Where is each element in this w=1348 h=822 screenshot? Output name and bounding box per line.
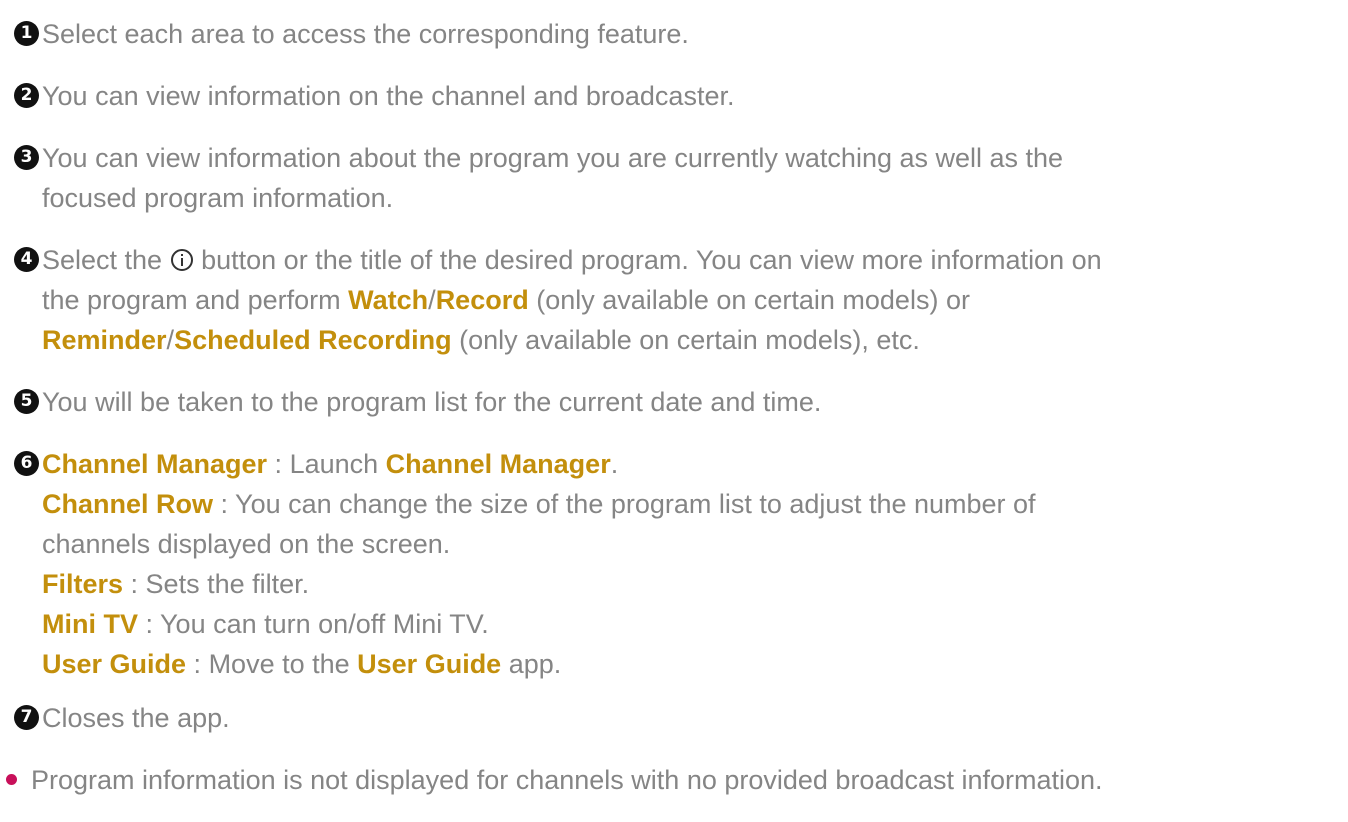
mini-tv-desc: You can turn on/off Mini TV. bbox=[160, 609, 489, 639]
channel-row-entry: Channel Row : You can change the size of… bbox=[42, 484, 1348, 524]
list-item-1: 1 Select each area to access the corresp… bbox=[14, 14, 1348, 54]
filters-desc: Sets the filter. bbox=[145, 569, 310, 599]
item-4-line-1-end: button or the title of the desired progr… bbox=[201, 245, 1102, 275]
channel-manager-keyword: Channel Manager bbox=[385, 449, 611, 479]
item-1-text: Select each area to access the correspon… bbox=[42, 19, 689, 49]
separator: : bbox=[123, 569, 146, 599]
separator: : bbox=[186, 649, 209, 679]
record-keyword: Record bbox=[435, 285, 529, 315]
filters-entry: Filters : Sets the filter. bbox=[42, 564, 1348, 604]
list-item-2: 2 You can view information on the channe… bbox=[14, 76, 1348, 116]
user-guide-keyword: User Guide bbox=[357, 649, 502, 679]
item-3-line-1: You can view information about the progr… bbox=[42, 143, 1064, 173]
filters-label: Filters bbox=[42, 569, 124, 599]
number-badge-5: 5 bbox=[14, 389, 39, 414]
slash-2: / bbox=[166, 325, 175, 355]
channel-row-label: Channel Row bbox=[42, 489, 214, 519]
user-guide-tail: app. bbox=[501, 649, 562, 679]
channel-manager-label: Channel Manager bbox=[42, 449, 268, 479]
number-badge-4: 4 bbox=[14, 247, 39, 272]
number-badge-3: 3 bbox=[14, 145, 39, 170]
number-badge-2: 2 bbox=[14, 83, 39, 108]
mini-tv-entry: Mini TV : You can turn on/off Mini TV. bbox=[42, 604, 1348, 644]
separator: : bbox=[213, 489, 236, 519]
note-text: Program information is not displayed for… bbox=[31, 765, 1103, 795]
item-4-line-2: the program and perform Watch/Record (on… bbox=[42, 280, 1348, 320]
item-4-line-1: Select the button or the title of the de… bbox=[42, 240, 1348, 280]
user-guide-desc: Move to the bbox=[208, 649, 358, 679]
list-item-4: 4 Select the button or the title of the … bbox=[14, 240, 1348, 360]
list-item-5: 5 You will be taken to the program list … bbox=[14, 382, 1348, 422]
bullet-dot-icon bbox=[6, 774, 17, 785]
mini-tv-label: Mini TV bbox=[42, 609, 138, 639]
channel-row-desc: You can change the size of the program l… bbox=[235, 489, 1036, 519]
separator: : bbox=[138, 609, 161, 639]
watch-keyword: Watch bbox=[348, 285, 429, 315]
info-circle-icon bbox=[170, 249, 193, 271]
list-item-6: 6 Channel Manager : Launch Channel Manag… bbox=[14, 444, 1348, 684]
user-guide-entry: User Guide : Move to the User Guide app. bbox=[42, 644, 1348, 684]
list-item-7: 7 Closes the app. bbox=[14, 698, 1348, 738]
item-4-line-2-start: the program and perform bbox=[42, 285, 341, 315]
number-badge-7: 7 bbox=[14, 705, 39, 730]
item-4-line-1-start: Select the bbox=[42, 245, 163, 275]
slash-1: / bbox=[428, 285, 436, 315]
reminder-keyword: Reminder bbox=[42, 325, 167, 355]
scheduled-recording-keyword: Scheduled Recording bbox=[174, 325, 452, 355]
number-badge-6: 6 bbox=[14, 451, 39, 476]
note-item: Program information is not displayed for… bbox=[6, 760, 1103, 800]
list-item-3: 3 You can view information about the pro… bbox=[14, 138, 1348, 218]
item-4-line-3-end: (only available on certain models), etc. bbox=[459, 325, 920, 355]
separator: : bbox=[267, 449, 290, 479]
item-7-text: Closes the app. bbox=[42, 703, 230, 733]
channel-manager-desc: Launch bbox=[289, 449, 386, 479]
item-4-line-3: Reminder/Scheduled Recording (only avail… bbox=[42, 320, 1348, 360]
number-badge-1: 1 bbox=[14, 21, 39, 46]
item-2-text: You can view information on the channel … bbox=[42, 81, 735, 111]
channel-row-desc-cont: channels displayed on the screen. bbox=[42, 529, 451, 559]
item-3-line-2: focused program information. bbox=[42, 183, 394, 213]
channel-manager-entry: Channel Manager : Launch Channel Manager… bbox=[42, 444, 1348, 484]
item-4-line-2-end: (only available on certain models) or bbox=[536, 285, 970, 315]
user-guide-label: User Guide bbox=[42, 649, 187, 679]
period: . bbox=[610, 449, 619, 479]
item-5-text: You will be taken to the program list fo… bbox=[42, 387, 822, 417]
